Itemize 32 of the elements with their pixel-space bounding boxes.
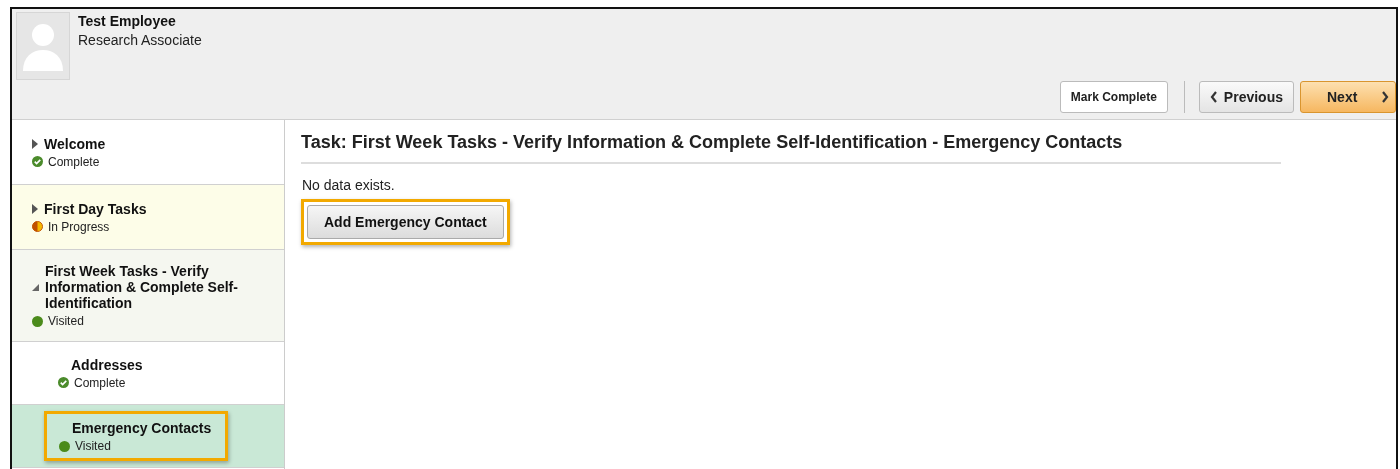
step-label: Addresses (70, 356, 143, 373)
employee-name: Test Employee (78, 13, 177, 29)
employee-title: Research Associate (78, 32, 202, 48)
previous-button[interactable]: Previous (1198, 81, 1294, 113)
mark-complete-button[interactable]: Mark Complete (1059, 81, 1168, 113)
dot-icon (59, 440, 70, 452)
avatar-icon (16, 12, 70, 80)
chevron-right-icon (1381, 91, 1389, 103)
step-label: First Week Tasks - Verify Information & Complete Self-Identification (45, 263, 239, 311)
caret-right-icon[interactable] (32, 138, 38, 149)
step-item[interactable]: First Week Tasks - Verify Information & Complete Self-Identification Visited (12, 250, 284, 342)
caret-down-icon[interactable] (32, 283, 39, 291)
half-circle-icon (32, 221, 43, 232)
step-status: Visited (75, 439, 111, 453)
dot-icon (32, 315, 43, 327)
check-circle-icon (32, 156, 43, 167)
step-status: Visited (48, 314, 84, 328)
caret-right-icon[interactable] (32, 203, 38, 214)
step-label: Emergency Contacts (71, 420, 212, 436)
check-circle-icon (58, 377, 69, 388)
chevron-left-icon (1209, 91, 1218, 103)
step-item[interactable]: Emergency Contacts Visited (12, 405, 284, 468)
step-label: Welcome (44, 135, 106, 152)
empty-message: No data exists. (302, 177, 396, 193)
next-button[interactable]: Next (1300, 81, 1396, 113)
step-label: First Day Tasks (44, 200, 147, 217)
step-item[interactable]: First Day Tasks In Progress (12, 185, 284, 250)
task-title: Task: First Week Tasks - Verify Information & Complete Self-Identification - Emergency Contacts (301, 132, 1281, 164)
add-contact-button[interactable]: Add Emergency Contact (307, 205, 504, 239)
step-status: Complete (48, 154, 100, 169)
step-status: Complete (74, 375, 126, 390)
step-status: In Progress (48, 219, 110, 234)
